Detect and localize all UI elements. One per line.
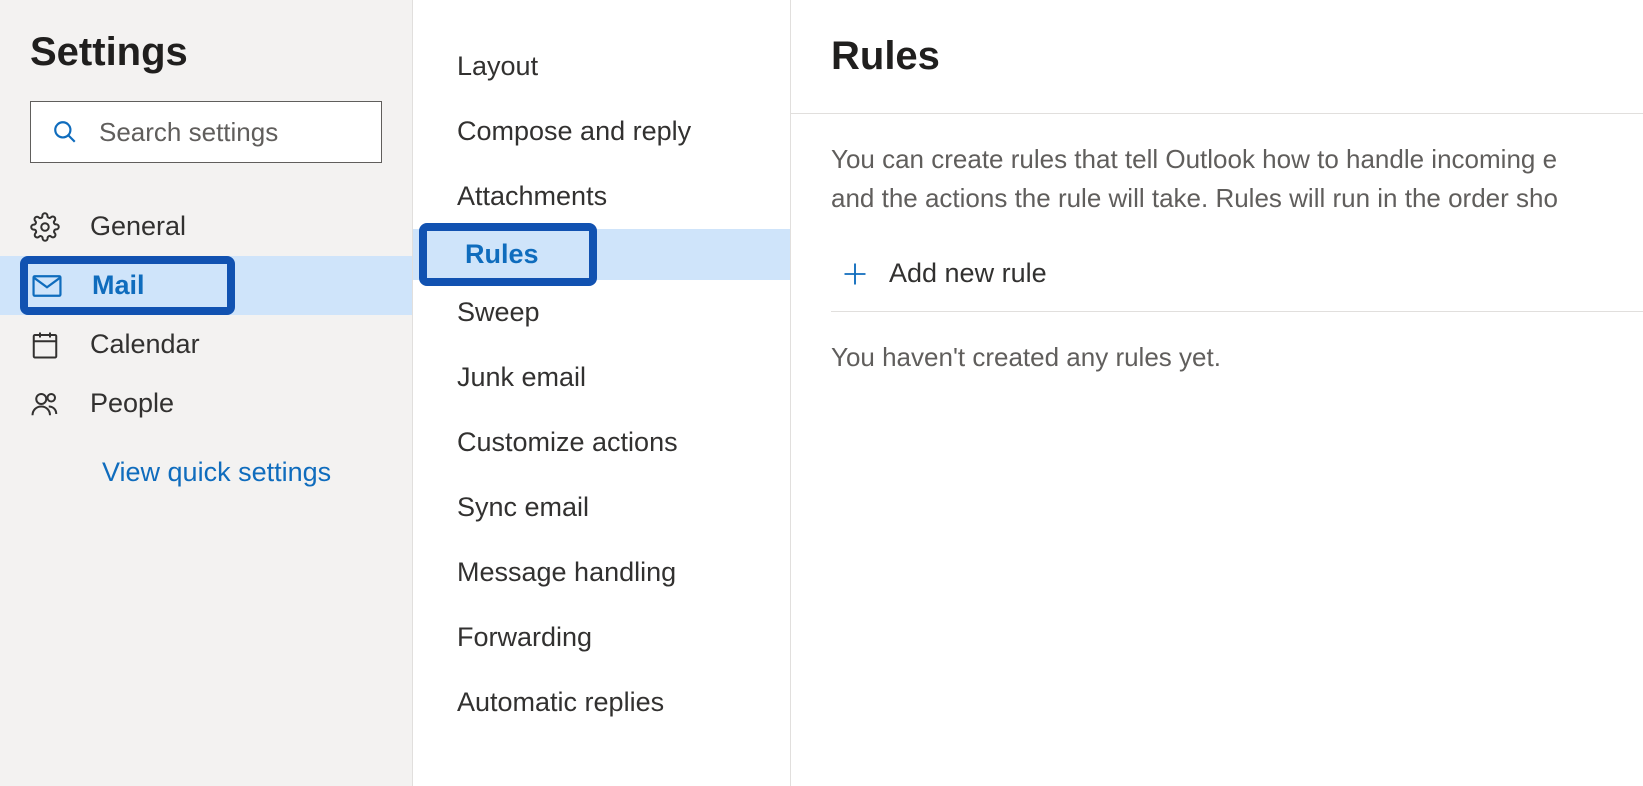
submenu-customize[interactable]: Customize actions	[413, 410, 790, 475]
search-input[interactable]	[30, 101, 382, 163]
divider	[791, 113, 1643, 114]
rules-panel: Rules You can create rules that tell Out…	[791, 0, 1643, 786]
submenu-junk[interactable]: Junk email	[413, 345, 790, 410]
nav-label-calendar: Calendar	[90, 329, 200, 360]
submenu-compose[interactable]: Compose and reply	[413, 99, 790, 164]
highlight-box-rules: Rules	[419, 223, 597, 286]
submenu-rules[interactable]: Rules	[413, 229, 790, 280]
nav-label-people: People	[90, 388, 174, 419]
rules-desc-line1: You can create rules that tell Outlook h…	[831, 144, 1557, 174]
submenu-rules-label: Rules	[465, 239, 539, 269]
nav-item-mail[interactable]: Mail	[0, 256, 412, 315]
empty-rules-message: You haven't created any rules yet.	[831, 342, 1643, 373]
thin-divider	[831, 311, 1643, 312]
nav-label-mail: Mail	[92, 270, 145, 301]
settings-sidebar: Settings General	[0, 0, 413, 786]
submenu-forwarding[interactable]: Forwarding	[413, 605, 790, 670]
add-new-rule-button[interactable]: Add new rule	[831, 248, 1643, 311]
search-wrapper	[30, 101, 382, 163]
submenu-layout[interactable]: Layout	[413, 34, 790, 99]
plus-icon	[841, 260, 869, 288]
submenu-sync[interactable]: Sync email	[413, 475, 790, 540]
submenu-list: Layout Compose and reply Attachments Rul…	[413, 34, 790, 735]
mail-icon	[32, 275, 68, 297]
nav-label-general: General	[90, 211, 186, 242]
settings-title: Settings	[30, 30, 382, 75]
mail-settings-submenu: Layout Compose and reply Attachments Rul…	[413, 0, 791, 786]
calendar-icon	[30, 330, 66, 360]
people-icon	[30, 389, 66, 419]
view-quick-settings-link[interactable]: View quick settings	[30, 433, 382, 488]
search-icon	[52, 119, 78, 145]
gear-icon	[30, 212, 66, 242]
rules-title: Rules	[831, 34, 1643, 79]
nav-item-general[interactable]: General	[0, 197, 412, 256]
highlight-box-mail: Mail	[20, 256, 235, 315]
rules-description: You can create rules that tell Outlook h…	[831, 140, 1643, 218]
rules-desc-line2: and the actions the rule will take. Rule…	[831, 183, 1558, 213]
settings-nav-list: General Mail	[0, 197, 412, 433]
submenu-attachments[interactable]: Attachments	[413, 164, 790, 229]
nav-item-calendar[interactable]: Calendar	[0, 315, 412, 374]
nav-item-people[interactable]: People	[0, 374, 412, 433]
submenu-message-handling[interactable]: Message handling	[413, 540, 790, 605]
submenu-sweep[interactable]: Sweep	[413, 280, 790, 345]
add-new-rule-label: Add new rule	[889, 258, 1047, 289]
submenu-auto-replies[interactable]: Automatic replies	[413, 670, 790, 735]
